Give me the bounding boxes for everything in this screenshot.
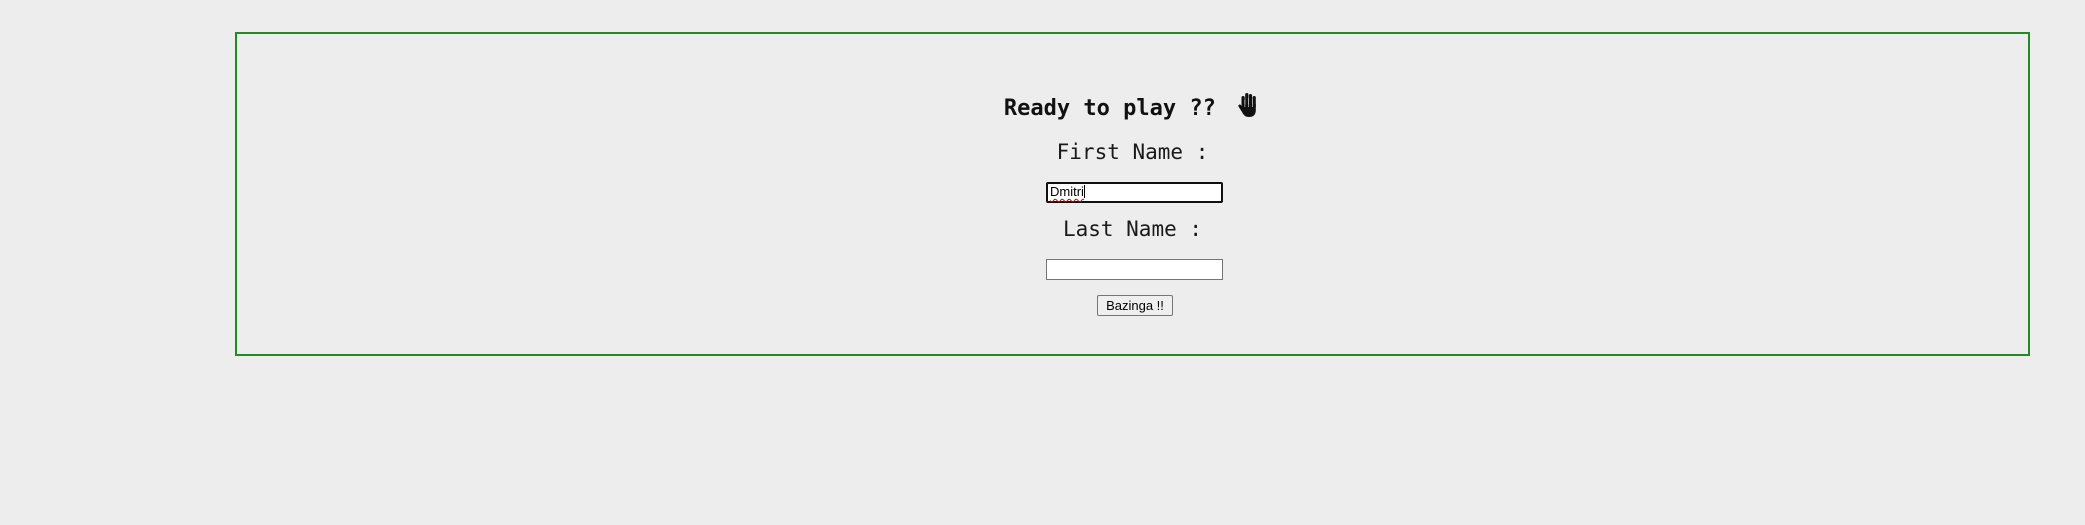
text-caret [1083,185,1085,198]
form-heading: Ready to play ?? [237,92,2028,124]
game-form-panel: Ready to play ?? First Name : Dmitri Las… [235,32,2030,356]
first-name-input[interactable]: Dmitri [1046,182,1223,203]
first-name-value: Dmitri [1050,184,1084,199]
bazinga-submit-button[interactable]: Bazinga !! [1097,295,1173,316]
first-name-label: First Name : [1056,140,1209,164]
last-name-label: Last Name : [1062,217,1203,241]
form-title: Ready to play ?? [1003,96,1216,121]
raised-hand-icon [1237,92,1261,124]
last-name-input[interactable] [1046,259,1223,280]
